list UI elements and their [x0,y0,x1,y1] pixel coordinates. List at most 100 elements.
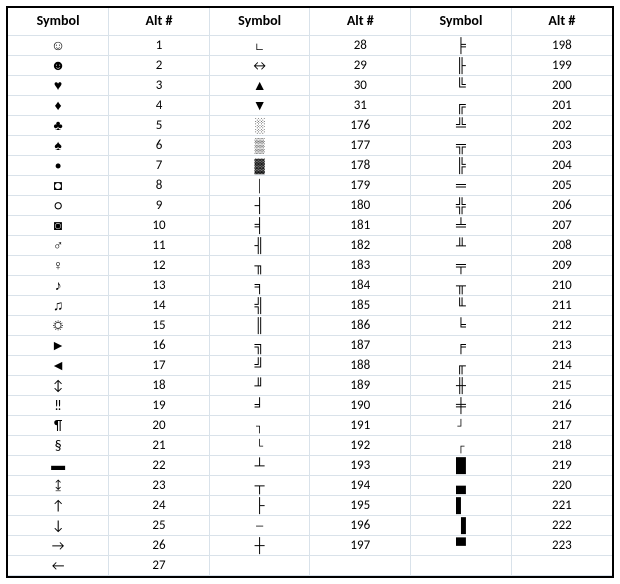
alt-cell: 219 [511,456,612,476]
alt-cell: 200 [511,76,612,96]
alt-cell: 188 [310,356,411,376]
alt-cell: 5 [109,116,210,136]
symbol-cell: ◄ [8,356,109,376]
alt-cell: 212 [511,316,612,336]
alt-cell: 30 [310,76,411,96]
alt-cell: 176 [310,116,411,136]
table-row: ♦4▼31╔201 [8,96,612,116]
alt-cell: 18 [109,376,210,396]
alt-cell: 2 [109,56,210,76]
alt-cell: 207 [511,216,612,236]
symbol-cell: ╖ [209,256,310,276]
table-row: ☻2↔29╟199 [8,56,612,76]
alt-cell: 184 [310,276,411,296]
symbol-cell: ╥ [411,276,512,296]
alt-cell [310,556,411,576]
table-body: ☺1∟28╞198☻2↔29╟199♥3▲30╚200♦4▼31╔201♣5░1… [8,36,612,576]
symbol-cell: █ [411,456,512,476]
symbol-cell: ∟ [209,36,310,56]
symbol-cell: ♂ [8,236,109,256]
alt-cell: 182 [310,236,411,256]
alt-cell: 12 [109,256,210,276]
symbol-cell: ╟ [411,56,512,76]
alt-cell: 201 [511,96,612,116]
alt-cell [511,556,612,576]
alt-cell: 210 [511,276,612,296]
table-row: ¶20┐191┘217 [8,416,612,436]
alt-cell: 191 [310,416,411,436]
table-row: ↑24├195▌221 [8,496,612,516]
symbol-cell: ├ [209,496,310,516]
symbol-cell: ◘ [8,176,109,196]
alt-cell: 203 [511,136,612,156]
table-row: •7▓178╠204 [8,156,612,176]
symbol-cell [209,556,310,576]
header-symbol-1: Symbol [8,8,109,36]
symbol-cell: ╡ [209,216,310,236]
alt-cell: 19 [109,396,210,416]
symbol-cell: ╛ [209,396,310,416]
symbol-cell: ☼ [8,316,109,336]
table-row: ☼15║186╘212 [8,316,612,336]
alt-cell: 196 [310,516,411,536]
table-row: ◘8│179═205 [8,176,612,196]
header-alt-2: Alt # [310,8,411,36]
alt-cell: 9 [109,196,210,216]
alt-cell: 16 [109,336,210,356]
symbol-cell: ─ [209,516,310,536]
symbol-cell: ▓ [209,156,310,176]
symbol-cell: ╬ [411,196,512,216]
header-alt-1: Alt # [109,8,210,36]
table-row: ♀12╖183╤209 [8,256,612,276]
symbol-cell: ┤ [209,196,310,216]
alt-cell: 222 [511,516,612,536]
symbol-cell: ╜ [209,376,310,396]
table-row: ↨23┬194▄220 [8,476,612,496]
symbol-cell: ░ [209,116,310,136]
table-row: ♪13╕184╥210 [8,276,612,296]
table-row: ♠6▒177╦203 [8,136,612,156]
alt-cell: 187 [310,336,411,356]
alt-cell: 29 [310,56,411,76]
alt-cell: 197 [310,536,411,556]
alt-cell: 198 [511,36,612,56]
symbol-cell: │ [209,176,310,196]
symbol-cell: ♦ [8,96,109,116]
alt-cell: 25 [109,516,210,536]
alt-cell: 220 [511,476,612,496]
table-row: ☺1∟28╞198 [8,36,612,56]
symbol-cell: ┘ [411,416,512,436]
symbol-cell: ♪ [8,276,109,296]
table-row: ○9┤180╬206 [8,196,612,216]
symbol-cell: ╢ [209,236,310,256]
table-row: ♂11╢182╨208 [8,236,612,256]
alt-cell: 180 [310,196,411,216]
alt-cell: 217 [511,416,612,436]
alt-cell: 1 [109,36,210,56]
symbol-cell: ♫ [8,296,109,316]
table-row: ‼19╛190╪216 [8,396,612,416]
alt-cell: 189 [310,376,411,396]
symbol-cell: ╝ [209,356,310,376]
alt-cell: 23 [109,476,210,496]
table-row: ↕18╜189╫215 [8,376,612,396]
symbol-cell: └ [209,436,310,456]
alt-cell: 28 [310,36,411,56]
symbol-cell: ♠ [8,136,109,156]
symbol-cell: ┬ [209,476,310,496]
alt-cell: 193 [310,456,411,476]
alt-cell: 205 [511,176,612,196]
symbol-cell: ▀ [411,536,512,556]
alt-cell: 202 [511,116,612,136]
symbol-cell: ♣ [8,116,109,136]
table-row: ►16╗187╒213 [8,336,612,356]
alt-cell: 204 [511,156,612,176]
alt-cell: 192 [310,436,411,456]
alt-cell: 22 [109,456,210,476]
alt-cell: 10 [109,216,210,236]
symbol-cell: ║ [209,316,310,336]
symbol-cell: ↓ [8,516,109,536]
alt-code-table-frame: Symbol Alt # Symbol Alt # Symbol Alt # ☺… [6,6,614,578]
alt-cell: 213 [511,336,612,356]
symbol-cell: ╤ [411,256,512,276]
